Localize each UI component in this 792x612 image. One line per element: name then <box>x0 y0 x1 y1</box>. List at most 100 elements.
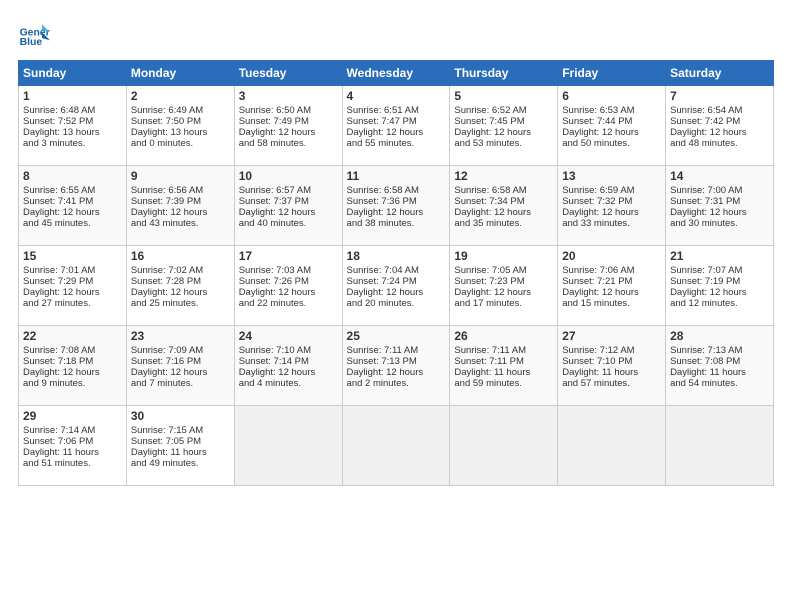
day-number: 7 <box>670 89 769 103</box>
day-info: and 48 minutes. <box>670 138 769 149</box>
day-info: Sunrise: 7:03 AM <box>239 265 338 276</box>
day-number: 29 <box>23 409 122 423</box>
day-info: Sunset: 7:39 PM <box>131 196 230 207</box>
day-info: Daylight: 12 hours <box>347 287 446 298</box>
day-number: 2 <box>131 89 230 103</box>
day-header: Tuesday <box>234 61 342 86</box>
day-info: Sunrise: 7:11 AM <box>454 345 553 356</box>
day-info: Daylight: 11 hours <box>670 367 769 378</box>
day-info: Daylight: 12 hours <box>562 287 661 298</box>
day-info: and 7 minutes. <box>131 378 230 389</box>
day-info: Sunset: 7:31 PM <box>670 196 769 207</box>
day-info: Daylight: 12 hours <box>23 207 122 218</box>
day-number: 17 <box>239 249 338 263</box>
day-number: 28 <box>670 329 769 343</box>
calendar-cell: 4Sunrise: 6:51 AMSunset: 7:47 PMDaylight… <box>342 86 450 166</box>
calendar-cell: 24Sunrise: 7:10 AMSunset: 7:14 PMDayligh… <box>234 326 342 406</box>
calendar-cell: 22Sunrise: 7:08 AMSunset: 7:18 PMDayligh… <box>19 326 127 406</box>
calendar-cell: 6Sunrise: 6:53 AMSunset: 7:44 PMDaylight… <box>558 86 666 166</box>
day-info: Sunset: 7:13 PM <box>347 356 446 367</box>
day-number: 13 <box>562 169 661 183</box>
day-number: 8 <box>23 169 122 183</box>
day-info: Sunrise: 6:54 AM <box>670 105 769 116</box>
day-info: Sunrise: 7:01 AM <box>23 265 122 276</box>
day-info: Daylight: 12 hours <box>347 207 446 218</box>
day-info: Daylight: 11 hours <box>23 447 122 458</box>
day-info: and 30 minutes. <box>670 218 769 229</box>
day-info: Sunset: 7:36 PM <box>347 196 446 207</box>
calendar-week: 15Sunrise: 7:01 AMSunset: 7:29 PMDayligh… <box>19 246 774 326</box>
day-info: Sunset: 7:49 PM <box>239 116 338 127</box>
day-info: Sunrise: 6:56 AM <box>131 185 230 196</box>
day-info: Sunrise: 7:11 AM <box>347 345 446 356</box>
day-info: Sunset: 7:10 PM <box>562 356 661 367</box>
day-info: Sunset: 7:14 PM <box>239 356 338 367</box>
calendar-cell: 26Sunrise: 7:11 AMSunset: 7:11 PMDayligh… <box>450 326 558 406</box>
header: General Blue <box>18 18 774 50</box>
day-info: Daylight: 12 hours <box>562 207 661 218</box>
day-number: 11 <box>347 169 446 183</box>
day-info: and 2 minutes. <box>347 378 446 389</box>
calendar-week: 8Sunrise: 6:55 AMSunset: 7:41 PMDaylight… <box>19 166 774 246</box>
calendar-cell: 3Sunrise: 6:50 AMSunset: 7:49 PMDaylight… <box>234 86 342 166</box>
logo-icon: General Blue <box>18 18 50 50</box>
day-number: 10 <box>239 169 338 183</box>
day-info: Sunset: 7:05 PM <box>131 436 230 447</box>
day-info: Daylight: 12 hours <box>670 207 769 218</box>
day-info: Sunrise: 6:55 AM <box>23 185 122 196</box>
calendar-cell: 9Sunrise: 6:56 AMSunset: 7:39 PMDaylight… <box>126 166 234 246</box>
day-info: and 0 minutes. <box>131 138 230 149</box>
day-info: and 25 minutes. <box>131 298 230 309</box>
header-row: SundayMondayTuesdayWednesdayThursdayFrid… <box>19 61 774 86</box>
calendar-cell: 5Sunrise: 6:52 AMSunset: 7:45 PMDaylight… <box>450 86 558 166</box>
calendar-cell: 29Sunrise: 7:14 AMSunset: 7:06 PMDayligh… <box>19 406 127 486</box>
day-number: 21 <box>670 249 769 263</box>
calendar-cell: 1Sunrise: 6:48 AMSunset: 7:52 PMDaylight… <box>19 86 127 166</box>
logo: General Blue <box>18 18 50 50</box>
day-info: Daylight: 12 hours <box>347 367 446 378</box>
calendar-cell <box>450 406 558 486</box>
day-number: 30 <box>131 409 230 423</box>
calendar-cell: 17Sunrise: 7:03 AMSunset: 7:26 PMDayligh… <box>234 246 342 326</box>
day-info: and 51 minutes. <box>23 458 122 469</box>
day-number: 4 <box>347 89 446 103</box>
day-info: Sunrise: 6:57 AM <box>239 185 338 196</box>
day-info: and 43 minutes. <box>131 218 230 229</box>
day-number: 3 <box>239 89 338 103</box>
day-info: Sunset: 7:32 PM <box>562 196 661 207</box>
day-info: Sunset: 7:28 PM <box>131 276 230 287</box>
day-info: and 15 minutes. <box>562 298 661 309</box>
day-info: and 57 minutes. <box>562 378 661 389</box>
calendar-cell: 2Sunrise: 6:49 AMSunset: 7:50 PMDaylight… <box>126 86 234 166</box>
day-info: Sunset: 7:11 PM <box>454 356 553 367</box>
day-info: Sunset: 7:23 PM <box>454 276 553 287</box>
day-info: Sunrise: 7:13 AM <box>670 345 769 356</box>
calendar-cell: 10Sunrise: 6:57 AMSunset: 7:37 PMDayligh… <box>234 166 342 246</box>
day-info: Sunset: 7:16 PM <box>131 356 230 367</box>
day-info: Daylight: 12 hours <box>454 287 553 298</box>
day-info: Sunrise: 6:58 AM <box>454 185 553 196</box>
day-header: Wednesday <box>342 61 450 86</box>
calendar-week: 1Sunrise: 6:48 AMSunset: 7:52 PMDaylight… <box>19 86 774 166</box>
calendar-cell: 23Sunrise: 7:09 AMSunset: 7:16 PMDayligh… <box>126 326 234 406</box>
day-info: Daylight: 12 hours <box>670 127 769 138</box>
calendar-cell: 14Sunrise: 7:00 AMSunset: 7:31 PMDayligh… <box>666 166 774 246</box>
calendar-cell: 8Sunrise: 6:55 AMSunset: 7:41 PMDaylight… <box>19 166 127 246</box>
day-info: Sunset: 7:29 PM <box>23 276 122 287</box>
day-info: Daylight: 12 hours <box>670 287 769 298</box>
calendar-cell <box>342 406 450 486</box>
day-header: Sunday <box>19 61 127 86</box>
day-info: Daylight: 11 hours <box>454 367 553 378</box>
calendar-table: SundayMondayTuesdayWednesdayThursdayFrid… <box>18 60 774 486</box>
calendar-cell <box>234 406 342 486</box>
day-info: Sunset: 7:50 PM <box>131 116 230 127</box>
day-info: and 55 minutes. <box>347 138 446 149</box>
day-number: 20 <box>562 249 661 263</box>
day-info: and 59 minutes. <box>454 378 553 389</box>
calendar-cell: 15Sunrise: 7:01 AMSunset: 7:29 PMDayligh… <box>19 246 127 326</box>
calendar-week: 22Sunrise: 7:08 AMSunset: 7:18 PMDayligh… <box>19 326 774 406</box>
day-info: Sunset: 7:37 PM <box>239 196 338 207</box>
day-number: 12 <box>454 169 553 183</box>
day-info: Sunrise: 6:52 AM <box>454 105 553 116</box>
day-info: and 35 minutes. <box>454 218 553 229</box>
